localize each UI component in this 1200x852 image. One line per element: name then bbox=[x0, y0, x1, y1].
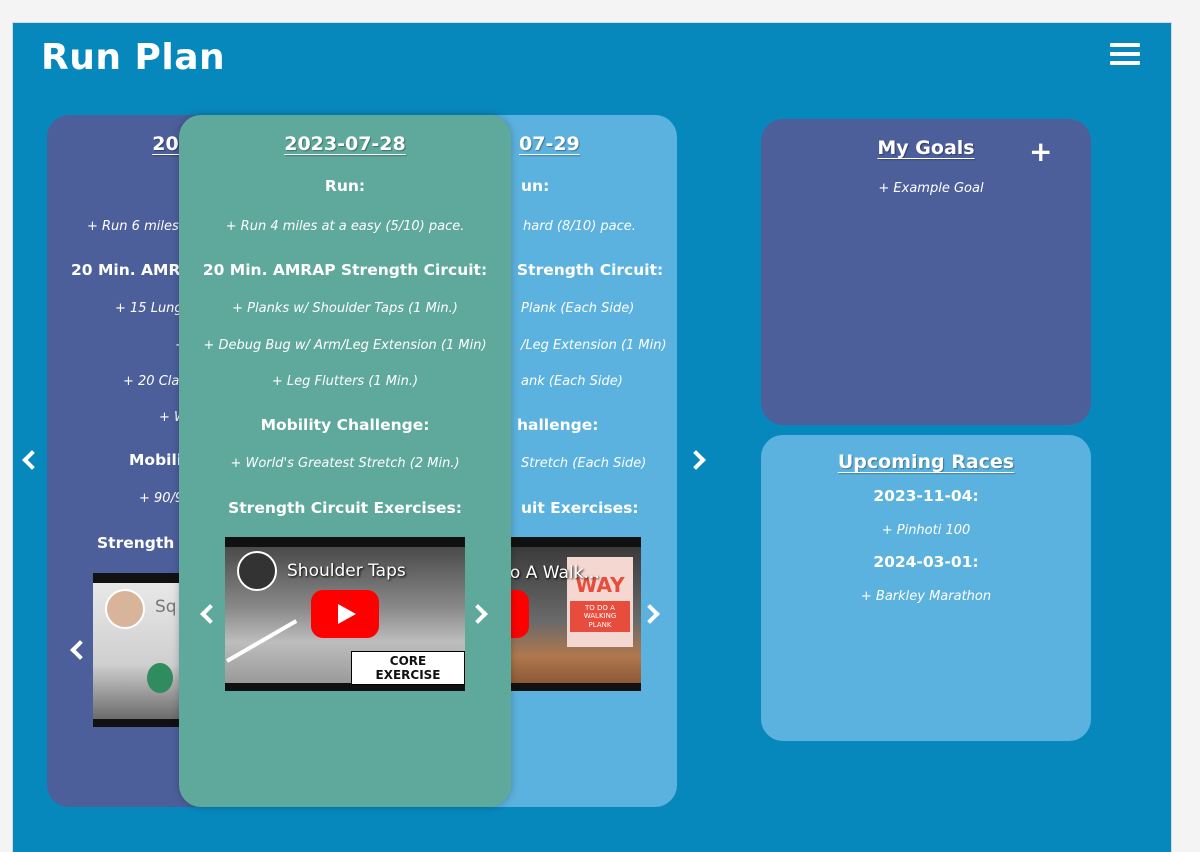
card-date: 2023-07-28 bbox=[284, 133, 406, 155]
chevron-right-icon[interactable] bbox=[468, 604, 488, 624]
carousel-next-icon[interactable] bbox=[686, 450, 706, 470]
day-card-current[interactable]: 2023-07-28 Run: + Run 4 miles at a easy … bbox=[179, 115, 511, 807]
strength-heading: uit Exercises: bbox=[521, 499, 639, 517]
circuit-item: Plank (Each Side) bbox=[521, 301, 635, 316]
channel-avatar bbox=[237, 551, 277, 591]
race-name: + Barkley Marathon bbox=[860, 589, 992, 604]
races-title: Upcoming Races bbox=[837, 451, 1015, 473]
circuit-heading: Strength Circuit: bbox=[517, 261, 664, 279]
card-date: 07-29 bbox=[519, 133, 580, 155]
video-sign-small: TO DO A WALKING PLANK bbox=[570, 601, 630, 633]
race-name: + Pinhoti 100 bbox=[881, 523, 971, 538]
run-heading: un: bbox=[521, 177, 550, 195]
circuit-item: + Leg Flutters (1 Min.) bbox=[271, 374, 419, 389]
run-item: hard (8/10) pace. bbox=[523, 219, 636, 234]
mobility-item: + World's Greatest Stretch (2 Min.) bbox=[230, 456, 460, 471]
strength-heading: Strength Circuit Exercises: bbox=[228, 499, 462, 517]
circuit-item: + Planks w/ Shoulder Taps (1 Min.) bbox=[232, 301, 458, 316]
video-caption: CORE EXERCISE bbox=[351, 651, 465, 685]
exercise-video[interactable]: Shoulder Taps CORE EXERCISE bbox=[225, 537, 465, 691]
carousel-prev-icon[interactable] bbox=[22, 450, 42, 470]
app-title: Run Plan bbox=[41, 37, 226, 78]
race-date: 2023-11-04: bbox=[873, 487, 979, 505]
app-window: Run Plan 2023-07-27 Run: + Run 6 miles a… bbox=[12, 22, 1172, 852]
mobility-item: Stretch (Each Side) bbox=[521, 456, 647, 471]
chevron-left-icon[interactable] bbox=[70, 640, 90, 660]
race-date: 2024-03-01: bbox=[873, 553, 979, 571]
circuit-item: + Debug Bug w/ Arm/Leg Extension (1 Min) bbox=[203, 338, 487, 353]
goal-item: + Example Goal bbox=[878, 181, 984, 196]
add-goal-plus-icon[interactable]: + bbox=[1029, 135, 1052, 168]
mobility-heading: hallenge: bbox=[517, 416, 599, 434]
video-title: Shoulder Taps bbox=[287, 561, 406, 581]
video-title: Sq bbox=[155, 597, 177, 617]
chevron-right-icon[interactable] bbox=[640, 604, 660, 624]
goals-panel: My Goals + + Example Goal bbox=[761, 119, 1091, 425]
strength-heading: Strength bbox=[97, 534, 175, 552]
mobility-heading: Mobili bbox=[129, 451, 183, 469]
run-heading: Run: bbox=[324, 177, 366, 195]
channel-avatar bbox=[105, 589, 145, 629]
mobility-heading: Mobility Challenge: bbox=[260, 416, 430, 434]
circuit-heading: 20 Min. AMRAP Strength Circuit: bbox=[202, 261, 488, 279]
circuit-item: ank (Each Side) bbox=[521, 374, 623, 389]
youtube-play-icon[interactable] bbox=[311, 590, 379, 638]
chevron-left-icon[interactable] bbox=[200, 604, 220, 624]
run-item: + Run 4 miles at a easy (5/10) pace. bbox=[225, 219, 465, 234]
races-panel: Upcoming Races 2023-11-04: + Pinhoti 100… bbox=[761, 435, 1091, 741]
circuit-item: /Leg Extension (1 Min) bbox=[521, 338, 667, 353]
hamburger-menu-icon[interactable] bbox=[1110, 43, 1142, 67]
plant-image bbox=[147, 663, 173, 693]
